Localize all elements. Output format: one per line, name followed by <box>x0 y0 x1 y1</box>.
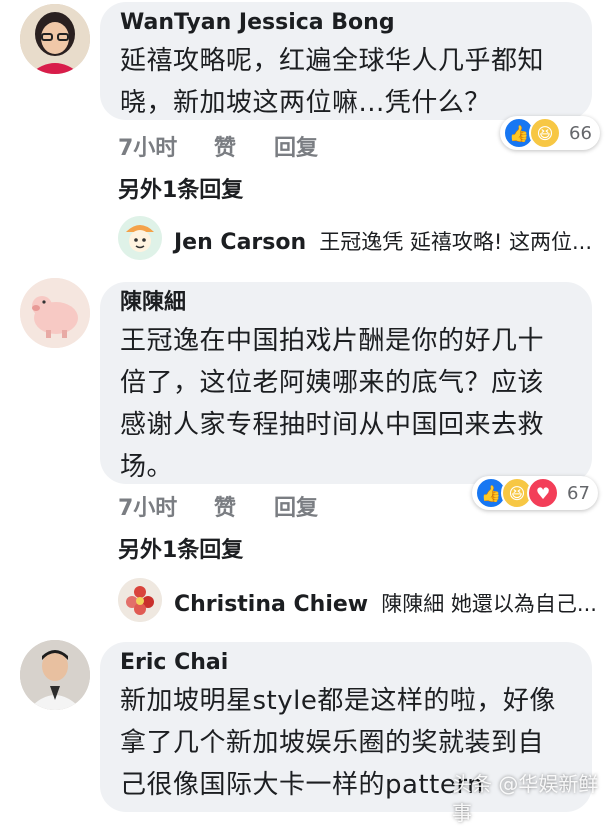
reply-author[interactable]: Christina Chiew <box>174 592 368 617</box>
reaction-summary[interactable]: 👍 😆 66 <box>500 116 600 150</box>
person-icon <box>20 640 90 710</box>
avatar-eric-chai[interactable] <box>20 640 90 710</box>
comment-text-line: 王冠逸在中国拍戏片酬是你的好几十 <box>120 326 545 356</box>
love-reaction-icon: ♥ <box>527 477 559 509</box>
comment-time[interactable]: 7小时 <box>118 490 177 522</box>
haha-reaction-icon: 😆 <box>529 117 561 149</box>
avatar-wantyan[interactable] <box>20 4 90 74</box>
reply-snippet: 王冠逸凭 延禧攻略! 这两位... <box>319 230 593 254</box>
reply-author[interactable]: Jen Carson <box>174 230 306 255</box>
view-more-replies[interactable]: 另外1条回复 <box>118 172 243 204</box>
avatar-chen[interactable] <box>20 278 90 348</box>
comment-bubble: WanTyan Jessica Bong 延禧攻略呢，红遍全球华人几乎都知 晓，… <box>100 2 592 120</box>
reaction-count: 67 <box>567 482 590 504</box>
comment-text-line: 晓，新加坡这两位嘛...凭什么？ <box>120 88 491 118</box>
reply-preview[interactable]: Jen Carson 王冠逸凭 延禧攻略! 这两位... <box>118 216 592 266</box>
comment-text-line: 延禧攻略呢，红遍全球华人几乎都知 <box>120 46 545 76</box>
flower-icon <box>118 578 162 622</box>
reply-snippet: 陳陳細 她還以為自己... <box>381 592 597 616</box>
like-button[interactable]: 赞 <box>214 490 236 522</box>
comment-author[interactable]: WanTyan Jessica Bong <box>120 10 572 36</box>
reply-button[interactable]: 回复 <box>274 130 318 162</box>
comment-text-line: 感谢人家专程抽时间从中国回来去救 <box>120 410 545 440</box>
comment-text-line: 倍了，这位老阿姨哪来的底气？应该 <box>120 368 545 398</box>
comment-author[interactable]: 陳陳細 <box>120 290 572 316</box>
reaction-count: 66 <box>569 122 592 144</box>
person-icon <box>20 4 90 74</box>
view-more-replies[interactable]: 另外1条回复 <box>118 532 243 564</box>
comment-text-line: 拿了几个新加坡娱乐圈的奖就装到自 <box>120 728 545 758</box>
comment-time[interactable]: 7小时 <box>118 130 177 162</box>
cartoon-icon <box>118 216 162 260</box>
watermark: 头条 @华娱新鲜事 <box>452 772 599 825</box>
reaction-summary[interactable]: 👍 😆 ♥ 67 <box>472 476 598 510</box>
comment-text-line: 新加坡明星style都是这样的啦，好像 <box>120 686 556 716</box>
reply-preview[interactable]: Christina Chiew 陳陳細 她還以為自己... <box>118 578 597 628</box>
avatar-jen-carson <box>118 216 162 260</box>
pig-icon <box>20 278 90 348</box>
avatar-christina-chiew <box>118 578 162 622</box>
like-button[interactable]: 赞 <box>214 130 236 162</box>
reply-button[interactable]: 回复 <box>274 490 318 522</box>
comment-author[interactable]: Eric Chai <box>120 650 572 676</box>
comment-bubble: 陳陳細 王冠逸在中国拍戏片酬是你的好几十 倍了，这位老阿姨哪来的底气？应该 感谢… <box>100 282 592 484</box>
